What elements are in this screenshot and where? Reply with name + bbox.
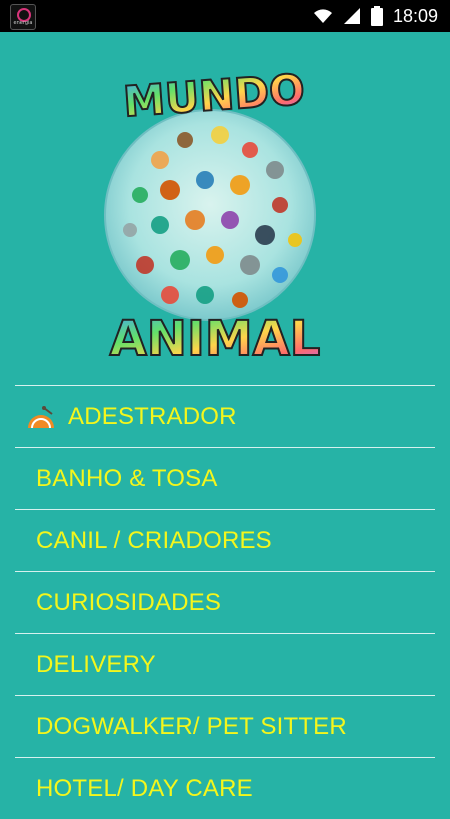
mundo-animal-logo: MUNDO ANIMAL [104,70,321,368]
menu-item-label: CURIOSIDADES [36,588,222,616]
menu-item-delivery[interactable]: DELIVERY [15,633,435,695]
logo-animal-text: ANIMAL [110,311,321,367]
menu-item-label: HOTEL/ DAY CARE [36,774,253,802]
menu-item-curiosidades[interactable]: CURIOSIDADES [15,571,435,633]
active-category-icon [28,406,54,429]
signal-icon [343,8,360,24]
app-icon-label: energia [13,20,33,26]
menu-item-adestrador[interactable]: ADESTRADOR [15,385,435,447]
menu-item-label: CANIL / CRIADORES [36,526,272,554]
menu-item-canil-criadores[interactable]: CANIL / CRIADORES [15,509,435,571]
menu-item-banho-tosa[interactable]: BANHO & TOSA [15,447,435,509]
menu-item-hotel-day-care[interactable]: HOTEL/ DAY CARE [15,757,435,819]
status-bar: energia 18:09 [0,0,450,32]
menu-item-dogwalker-pet-sitter[interactable]: DOGWALKER/ PET SITTER [15,695,435,757]
battery-icon [370,6,383,26]
clock: 18:09 [392,5,438,26]
wifi-icon [313,9,332,23]
menu-item-label: DOGWALKER/ PET SITTER [36,712,347,740]
menu-item-label: DELIVERY [36,650,156,678]
energia-app-icon: energia [10,4,36,30]
logo-mundo-text: MUNDO [122,70,307,126]
menu-item-label: BANHO & TOSA [36,464,218,492]
menu-item-label: ADESTRADOR [68,402,237,430]
category-menu: ADESTRADOR BANHO & TOSA CANIL / CRIADORE… [15,385,435,819]
